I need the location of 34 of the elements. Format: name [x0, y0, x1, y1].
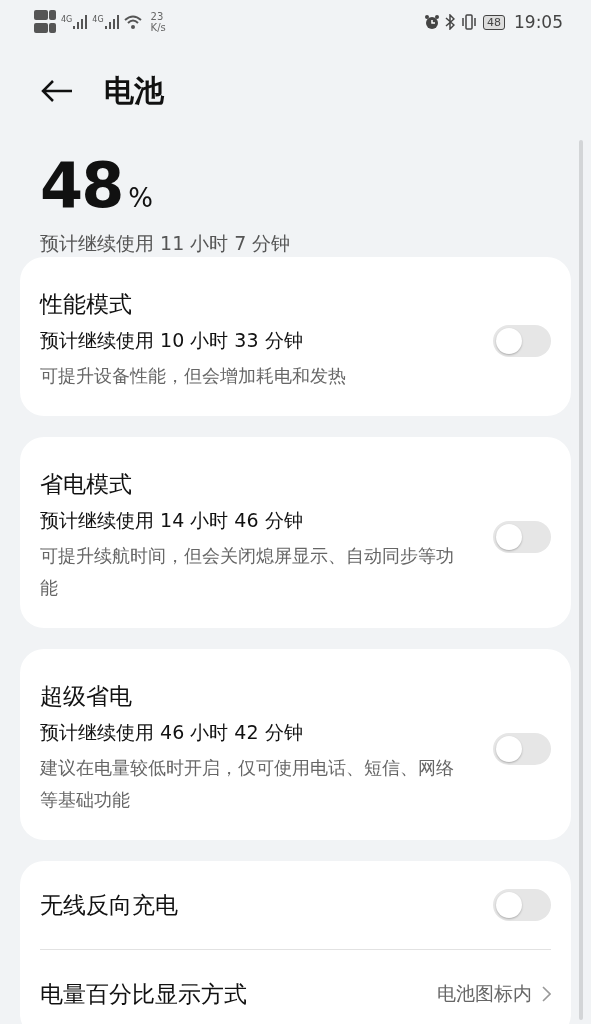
mode-estimate: 预计继续使用 10 小时 33 分钟 [40, 328, 304, 353]
mode-title: 省电模式 [40, 470, 133, 499]
toggle-switch[interactable] [493, 324, 551, 357]
setting-label[interactable]: 电量百分比显示方式 [40, 978, 247, 1010]
mode-title: 性能模式 [40, 290, 133, 319]
bluetooth-icon [445, 14, 455, 30]
toggle-switch[interactable] [493, 889, 551, 921]
mode-estimate: 预计继续使用 46 小时 42 分钟 [40, 720, 304, 745]
toggle-switch[interactable] [493, 732, 551, 765]
vibrate-icon [460, 14, 478, 30]
clock: 19:05 [514, 12, 563, 32]
mode-description: 建议在电量较低时开启，仅可使用电话、短信、网络等基础功能 [40, 756, 455, 812]
mode-estimate: 预计继续使用 14 小时 46 分钟 [40, 508, 304, 533]
mode-description: 可提升设备性能，但会增加耗电和发热 [40, 364, 347, 388]
network-type: 4G [61, 15, 73, 24]
speed-unit: K/s [150, 22, 166, 33]
battery-percent: 48 [40, 155, 123, 217]
mode-description: 可提升续航时间，但会关闭熄屏显示、自动同步等功能 [40, 544, 455, 600]
chevron-right-icon [542, 986, 551, 1002]
toggle-switch[interactable] [493, 520, 551, 553]
signal-icon [104, 15, 119, 29]
remaining-time: 预计继续使用 11 小时 7 分钟 [39, 231, 292, 256]
alarm-icon [424, 14, 440, 30]
page-title: 电池 [104, 71, 164, 110]
wifi-icon [123, 15, 142, 29]
back-icon[interactable] [40, 79, 74, 103]
setting-value: 电池图标内 [437, 981, 532, 1006]
mode-title: 超级省电 [40, 682, 133, 711]
percent-unit: % [128, 183, 153, 213]
setting-label: 无线反向充电 [40, 890, 178, 920]
battery-icon: 48 [483, 14, 505, 30]
network-speed: 23 [150, 11, 165, 22]
signal-icon [73, 15, 88, 29]
network-type: 4G [92, 15, 104, 24]
